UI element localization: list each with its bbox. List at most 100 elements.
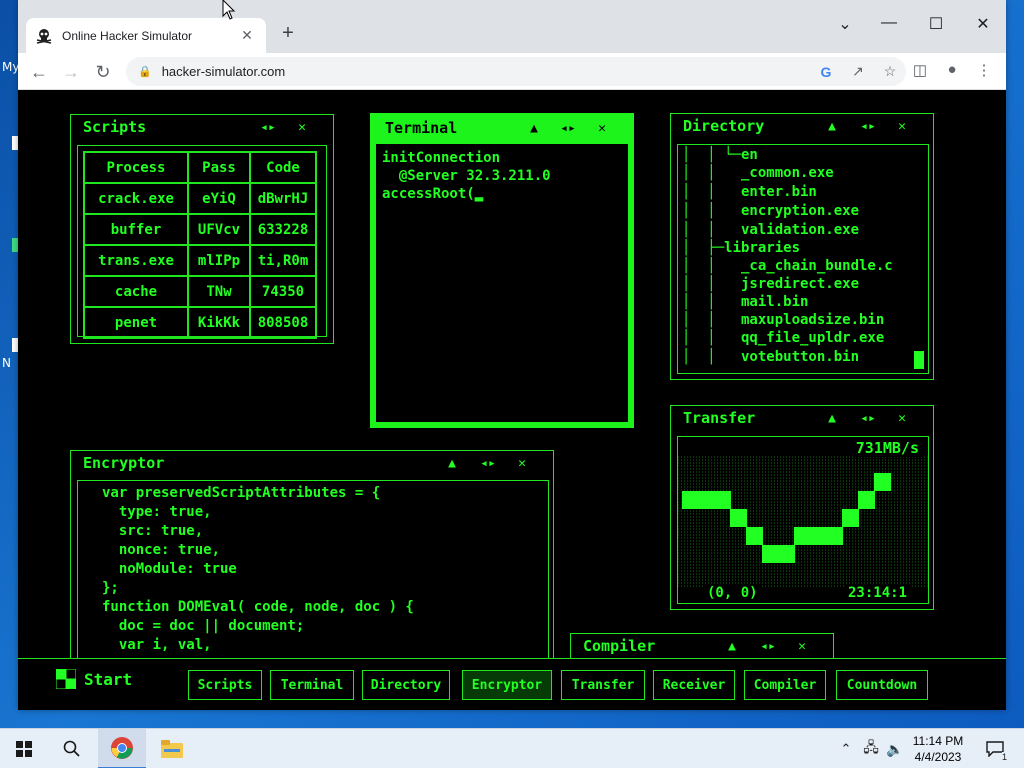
windows-start-icon[interactable]: [4, 729, 44, 768]
minimize-up-icon[interactable]: ▲: [721, 639, 743, 654]
resize-icon[interactable]: ◂▸: [757, 639, 779, 654]
windows-taskbar: ⌃ 🖧 🔈 11:14 PM 4/4/2023 1: [0, 728, 1024, 768]
scripts-window[interactable]: Scripts ◂▸ ✕ Process Pass Code crack.exe…: [70, 114, 334, 344]
directory-line[interactable]: │ │ maxuploadsize.bin: [682, 312, 884, 328]
terminal-body[interactable]: initConnection @Server 32.3.211.0 access…: [376, 144, 628, 422]
resize-icon[interactable]: ◂▸: [557, 121, 579, 136]
reload-icon[interactable]: ↻: [90, 59, 116, 85]
table-cell: cache: [83, 275, 189, 308]
chevron-up-icon[interactable]: ⌃: [836, 729, 856, 768]
taskbar-app-countdown[interactable]: Countdown: [836, 670, 928, 700]
scrollbar-thumb[interactable]: [914, 351, 924, 369]
directory-line[interactable]: │ ├─libraries: [682, 240, 800, 256]
window-title: Directory: [683, 117, 765, 135]
directory-line[interactable]: │ │ └─en: [682, 147, 758, 163]
chrome-taskbar-icon[interactable]: [98, 729, 146, 768]
menu-icon[interactable]: ⋮: [971, 61, 997, 79]
minimize-up-icon[interactable]: ▲: [441, 456, 463, 471]
table-cell: UFVcv: [187, 213, 251, 246]
table-cell: dBwrHJ: [249, 182, 317, 215]
taskbar-app-transfer[interactable]: Transfer: [561, 670, 645, 700]
notification-count: 1: [1001, 752, 1007, 762]
tab-search-icon[interactable]: ⌄: [830, 14, 860, 34]
table-header-row: Process Pass Code: [83, 151, 317, 184]
desktop-icon-label[interactable]: My: [2, 60, 19, 74]
google-icon[interactable]: G: [810, 64, 842, 80]
taskbar-app-receiver[interactable]: Receiver: [653, 670, 735, 700]
window-title: Compiler: [583, 637, 656, 655]
close-icon[interactable]: ✕: [891, 119, 913, 134]
address-bar[interactable]: 🔒 hacker-simulator.com G ↗ ☆: [126, 57, 906, 86]
new-tab-button[interactable]: +: [276, 22, 300, 45]
browser-tab[interactable]: Online Hacker Simulator ✕: [26, 18, 266, 53]
taskbar-app-terminal[interactable]: Terminal: [270, 670, 354, 700]
minimize-up-icon[interactable]: ▲: [821, 411, 843, 426]
minimize-up-icon[interactable]: ▲: [523, 121, 545, 136]
system-clock[interactable]: 11:14 PM 4/4/2023: [908, 733, 968, 765]
directory-line[interactable]: │ │ enter.bin: [682, 184, 817, 200]
close-icon[interactable]: ✕: [511, 456, 533, 471]
back-icon[interactable]: ←: [26, 59, 52, 85]
transfer-window[interactable]: Transfer ▲ ◂▸ ✕ 731MB/s (0, 0) 23:14:1: [670, 405, 934, 610]
table-cell: TNw: [187, 275, 251, 308]
notification-button[interactable]: 1: [978, 729, 1012, 768]
close-window-button[interactable]: ✕: [968, 14, 998, 34]
tab-strip: Online Hacker Simulator ✕ + ⌄ — ☐ ✕: [18, 0, 1006, 53]
resize-icon[interactable]: ◂▸: [257, 120, 279, 135]
column-header: Process: [83, 151, 189, 184]
table-cell: buffer: [83, 213, 189, 246]
window-title: Terminal: [385, 119, 458, 137]
lock-icon[interactable]: 🔒: [138, 65, 152, 78]
url-text[interactable]: hacker-simulator.com: [162, 64, 810, 79]
directory-line[interactable]: │ │ votebutton.bin: [682, 349, 859, 365]
code-line: var i, val,: [102, 637, 212, 653]
graph-bar: [858, 491, 875, 509]
close-icon[interactable]: ✕: [791, 639, 813, 654]
desktop-icon-label[interactable]: N: [2, 356, 11, 370]
directory-line[interactable]: │ │ encryption.exe: [682, 203, 859, 219]
table-cell: 808508: [249, 306, 317, 339]
directory-line[interactable]: │ │ _common.exe: [682, 165, 834, 181]
directory-body[interactable]: │ │ └─en │ │ _common.exe │ │ enter.bin │…: [677, 144, 929, 374]
code-line: noModule: true: [102, 561, 237, 577]
start-logo-icon: [56, 669, 76, 689]
taskbar-app-encryptor[interactable]: Encryptor: [462, 670, 552, 700]
forward-icon[interactable]: →: [58, 59, 84, 85]
code-line: nonce: true,: [102, 542, 221, 558]
close-icon[interactable]: ✕: [891, 411, 913, 426]
hacker-simulator-page[interactable]: Scripts ◂▸ ✕ Process Pass Code crack.exe…: [18, 90, 1006, 710]
start-button[interactable]: Start: [56, 669, 132, 689]
taskbar-app-scripts[interactable]: Scripts: [188, 670, 262, 700]
bookmark-star-icon[interactable]: ☆: [874, 63, 906, 80]
resize-icon[interactable]: ◂▸: [857, 119, 879, 134]
file-explorer-icon[interactable]: [150, 729, 194, 768]
directory-line[interactable]: │ │ validation.exe: [682, 222, 859, 238]
volume-icon[interactable]: 🔈: [884, 729, 906, 768]
graph-bar: [730, 509, 747, 527]
network-icon[interactable]: 🖧: [860, 729, 882, 768]
tab-close-icon[interactable]: ✕: [238, 27, 256, 44]
profile-icon[interactable]: ●: [939, 61, 965, 78]
taskbar-app-compiler[interactable]: Compiler: [744, 670, 826, 700]
minimize-button[interactable]: —: [874, 14, 904, 32]
close-icon[interactable]: ✕: [591, 121, 613, 136]
close-icon[interactable]: ✕: [291, 120, 313, 135]
directory-window[interactable]: Directory ▲ ◂▸ ✕ │ │ └─en │ │ _common.ex…: [670, 113, 934, 380]
search-icon[interactable]: [52, 729, 92, 768]
directory-line[interactable]: │ │ jsredirect.exe: [682, 276, 859, 292]
mouse-cursor-icon: [222, 0, 236, 20]
directory-line[interactable]: │ │ qq_file_upldr.exe: [682, 330, 884, 346]
directory-line[interactable]: │ │ _ca_chain_bundle.c: [682, 258, 893, 274]
resize-icon[interactable]: ◂▸: [477, 456, 499, 471]
graph-bar: [778, 545, 795, 563]
minimize-up-icon[interactable]: ▲: [821, 119, 843, 134]
table-cell: crack.exe: [83, 182, 189, 215]
skull-icon: [36, 28, 52, 44]
maximize-button[interactable]: ☐: [921, 14, 951, 34]
side-panel-icon[interactable]: ◫: [907, 61, 933, 79]
taskbar-app-directory[interactable]: Directory: [362, 670, 450, 700]
directory-line[interactable]: │ │ mail.bin: [682, 294, 808, 310]
share-icon[interactable]: ↗: [842, 63, 874, 80]
terminal-window[interactable]: Terminal ▲ ◂▸ ✕ initConnection @Server 3…: [370, 113, 634, 428]
resize-icon[interactable]: ◂▸: [857, 411, 879, 426]
